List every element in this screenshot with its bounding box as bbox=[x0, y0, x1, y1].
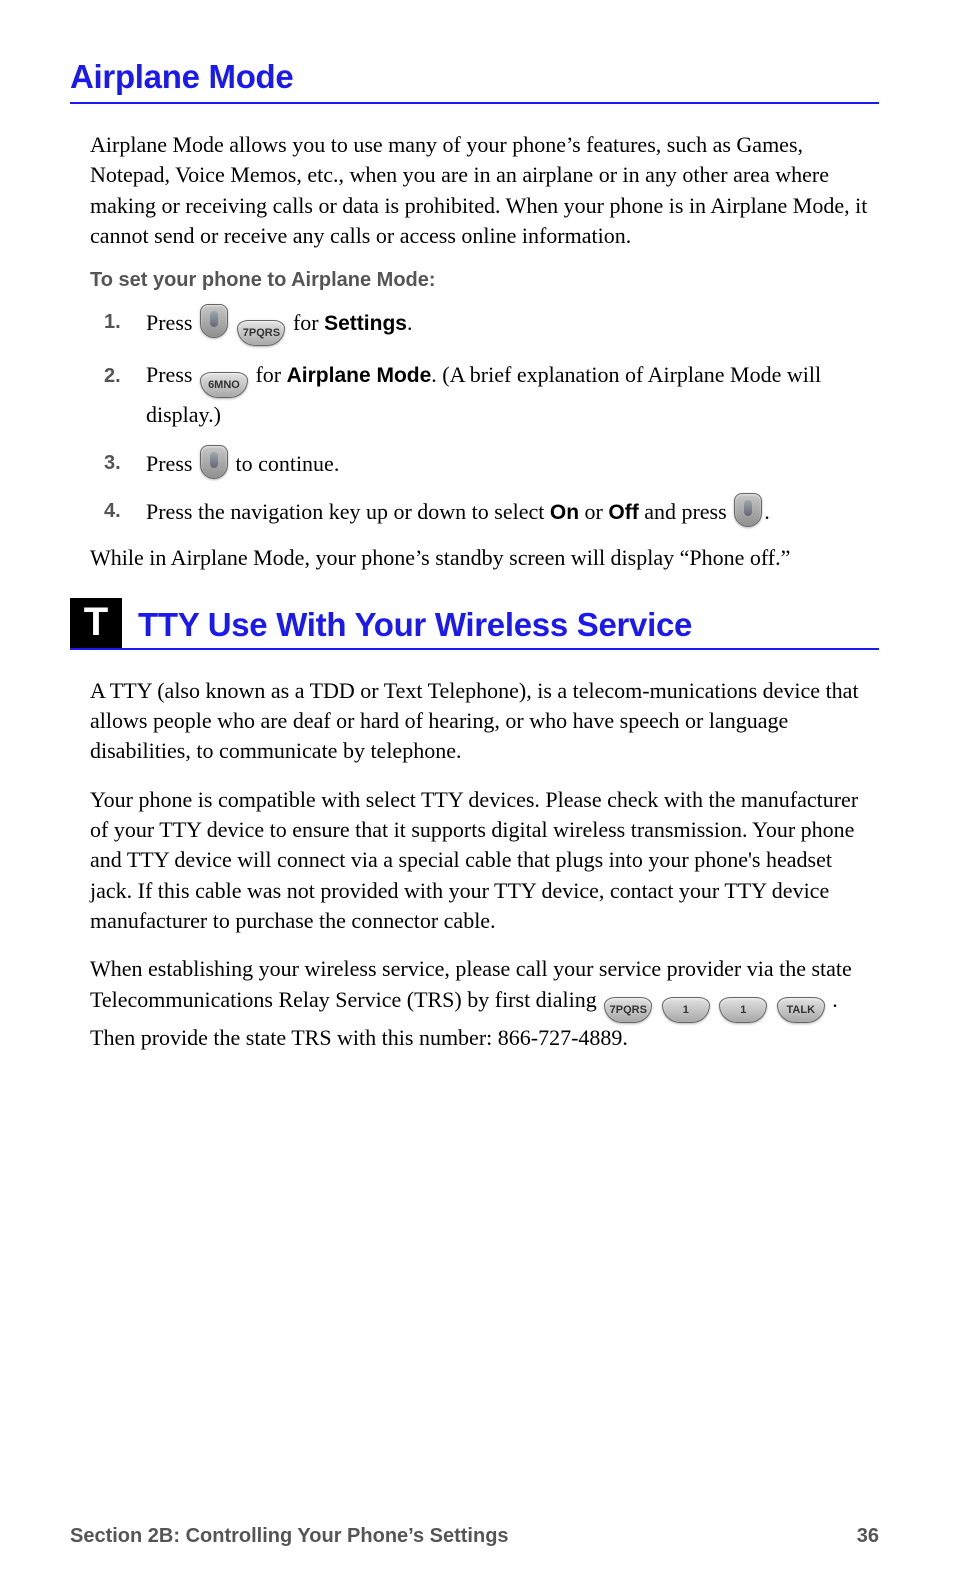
key-6-icon: 6MNO bbox=[200, 372, 248, 398]
key-1-icon: 1 bbox=[719, 997, 767, 1023]
step-1-text-c: . bbox=[407, 310, 413, 335]
step-2: Press 6MNO for Airplane Mode. (A brief e… bbox=[104, 358, 879, 432]
tty-heading-wrap: T TTY Use With Your Wireless Service bbox=[70, 598, 879, 648]
footer-section-label: Section 2B: Controlling Your Phone’s Set… bbox=[70, 1525, 509, 1548]
step-4-text-b: and press bbox=[644, 499, 732, 524]
heading-rule bbox=[70, 648, 879, 650]
footer-page-number: 36 bbox=[857, 1525, 879, 1548]
key-talk-icon: TALK bbox=[777, 997, 825, 1023]
page-footer: Section 2B: Controlling Your Phone’s Set… bbox=[70, 1525, 879, 1548]
step-2-text-a: Press bbox=[146, 362, 198, 387]
airplane-outro-paragraph: While in Airplane Mode, your phone’s sta… bbox=[90, 543, 879, 573]
step-2-text-c: . (A brief explanation of Airplane Mode … bbox=[146, 362, 821, 427]
step-1-text-b: for bbox=[293, 310, 324, 335]
step-1-text-a: Press bbox=[146, 310, 198, 335]
menu-softkey-icon bbox=[200, 304, 228, 338]
airplane-intro-paragraph: Airplane Mode allows you to use many of … bbox=[90, 130, 879, 251]
heading-tty: TTY Use With Your Wireless Service bbox=[138, 606, 692, 643]
key-7-icon: 7PQRS bbox=[604, 997, 652, 1023]
tty-paragraph-1: A TTY (also known as a TDD or Text Telep… bbox=[90, 676, 879, 767]
airplane-mode-label: Airplane Mode bbox=[287, 364, 432, 387]
tty-paragraph-2: Your phone is compatible with select TTY… bbox=[90, 785, 879, 937]
step-3-text-a: Press bbox=[146, 451, 198, 476]
key-7-icon: 7PQRS bbox=[237, 320, 285, 346]
airplane-steps-list: Press 7PQRS for Settings. Press 6MNO for… bbox=[104, 304, 879, 529]
step-1: Press 7PQRS for Settings. bbox=[104, 304, 879, 346]
airplane-to-set-label: To set your phone to Airplane Mode: bbox=[90, 269, 879, 292]
tty-paragraph-3: When establishing your wireless service,… bbox=[90, 954, 879, 1053]
ok-softkey-icon bbox=[734, 493, 762, 527]
ok-softkey-icon bbox=[200, 445, 228, 479]
tty-t-icon: T bbox=[70, 598, 122, 648]
step-2-text-b: for bbox=[255, 362, 286, 387]
heading-rule bbox=[70, 102, 879, 104]
step-3-text-b: to continue. bbox=[235, 451, 339, 476]
step-3: Press to continue. bbox=[104, 445, 879, 481]
step-4-text-or: or bbox=[585, 499, 609, 524]
step-4-text-a: Press the navigation key up or down to s… bbox=[146, 499, 550, 524]
key-1-icon: 1 bbox=[662, 997, 710, 1023]
off-label: Off bbox=[608, 501, 638, 524]
step-4-text-c: . bbox=[764, 499, 770, 524]
settings-label: Settings bbox=[324, 312, 407, 335]
heading-airplane-mode: Airplane Mode bbox=[70, 58, 879, 96]
step-4: Press the navigation key up or down to s… bbox=[104, 493, 879, 530]
on-label: On bbox=[550, 501, 579, 524]
